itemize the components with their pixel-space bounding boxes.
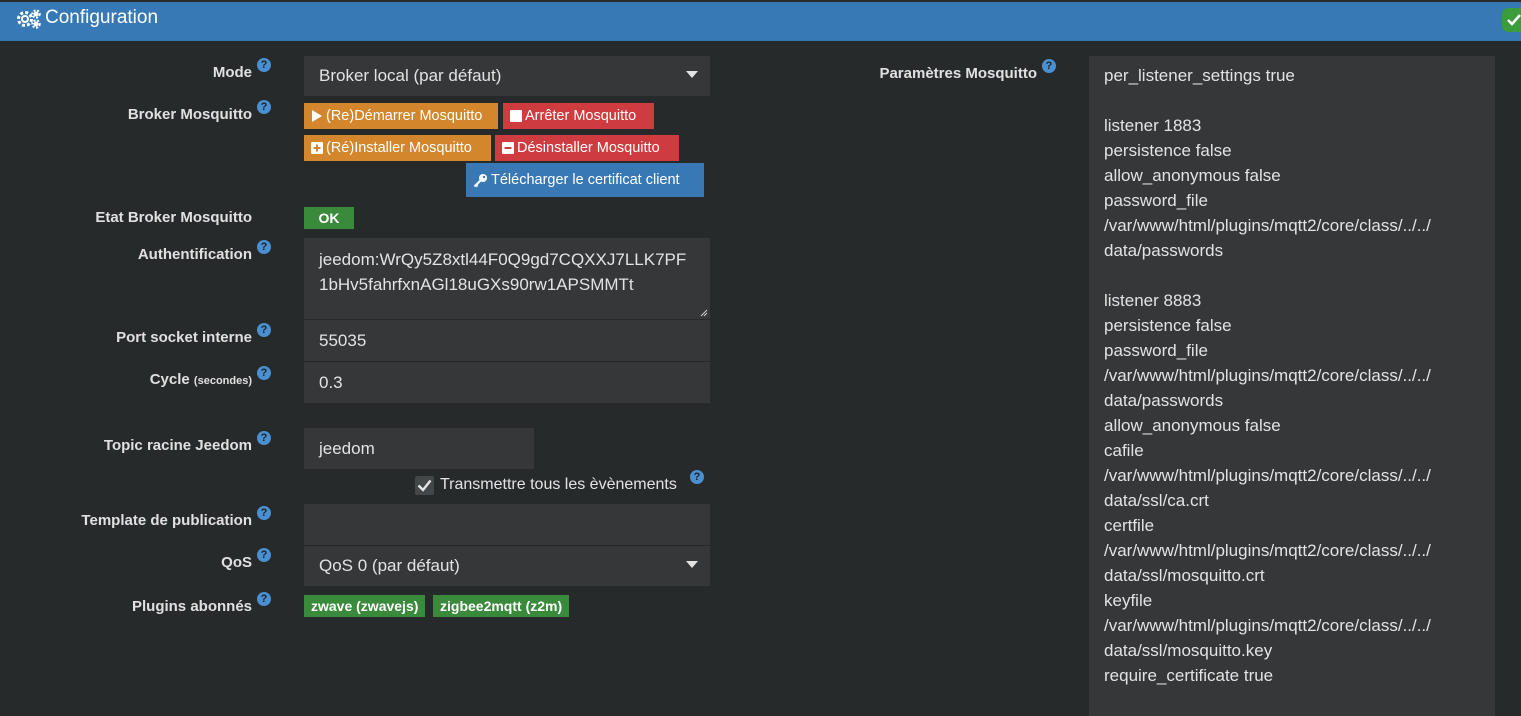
auth-textarea[interactable]: jeedom:WrQy5Z8xtl44F0Q9gd7CQXXJ7LLK7PF1b…: [304, 238, 710, 319]
help-icon[interactable]: ?: [257, 323, 271, 337]
plus-square-icon: [311, 142, 323, 155]
help-icon[interactable]: ?: [257, 548, 271, 562]
help-icon[interactable]: ?: [257, 100, 271, 114]
page-title: Configuration: [45, 7, 159, 28]
template-label: Template de publication: [81, 512, 252, 529]
help-icon[interactable]: ?: [257, 506, 271, 520]
checkbox-box[interactable]: [415, 476, 434, 495]
install-mosquitto-button[interactable]: (Ré)Installer Mosquitto: [304, 135, 491, 161]
help-icon[interactable]: ?: [690, 470, 704, 484]
plugin-badge-zwave: zwave (zwavejs): [304, 595, 426, 617]
qos-label: QoS: [221, 554, 252, 571]
plugins-label: Plugins abonnés: [131, 598, 252, 615]
broker-state-badge: OK: [304, 207, 354, 229]
transmit-all-events-checkbox[interactable]: Transmettre tous les èvènements: [415, 476, 695, 496]
play-icon: [312, 110, 322, 123]
topic-label: Topic racine Jeedom: [103, 437, 252, 454]
help-icon[interactable]: ?: [257, 366, 271, 380]
template-input[interactable]: [304, 504, 710, 545]
help-icon[interactable]: ?: [257, 58, 271, 72]
config-header: Configuration: [0, 0, 1521, 41]
transmit-all-events-label: Transmettre tous les èvènements: [440, 476, 677, 493]
mode-label: Mode: [212, 64, 252, 81]
cycle-label: Cycle (secondes): [20, 371, 252, 388]
help-icon[interactable]: ?: [257, 592, 271, 606]
stop-mosquitto-label: Arrêter Mosquitto: [525, 108, 637, 124]
port-input[interactable]: 55035: [304, 320, 710, 361]
cycle-input[interactable]: 0.3: [304, 362, 710, 403]
stop-icon: [510, 110, 522, 123]
broker-label: Broker Mosquitto: [127, 106, 252, 123]
stop-mosquitto-button[interactable]: Arrêter Mosquitto: [503, 103, 654, 129]
check-icon: [417, 479, 432, 492]
gears-icon: [15, 8, 43, 30]
check-icon: [1507, 14, 1521, 26]
resize-handle-icon[interactable]: [700, 309, 708, 317]
uninstall-mosquitto-button[interactable]: Désinstaller Mosquitto: [495, 135, 679, 161]
download-certificate-button[interactable]: Télécharger le certificat client: [466, 163, 704, 197]
qos-select[interactable]: QoS 0 (par défaut): [304, 546, 710, 586]
restart-mosquitto-button[interactable]: (Re)Démarrer Mosquitto: [304, 103, 498, 129]
help-icon[interactable]: ?: [257, 431, 271, 445]
install-mosquitto-label: (Ré)Installer Mosquitto: [326, 140, 472, 156]
uninstall-mosquitto-label: Désinstaller Mosquitto: [517, 140, 660, 156]
port-label: Port socket interne: [116, 329, 252, 346]
mode-select[interactable]: Broker local (par défaut): [304, 56, 710, 96]
topic-input[interactable]: jeedom: [304, 428, 534, 469]
plugin-badge-zigbee2mqtt: zigbee2mqtt (z2m): [433, 595, 570, 617]
cycle-unit: (secondes): [193, 375, 252, 387]
auth-label: Authentification: [137, 246, 252, 263]
download-certificate-label: Télécharger le certificat client: [491, 172, 680, 188]
restart-mosquitto-label: (Re)Démarrer Mosquitto: [326, 108, 483, 124]
auth-value: jeedom:WrQy5Z8xtl44F0Q9gd7CQXXJ7LLK7PF1b…: [319, 250, 687, 294]
mosquitto-params-label: Paramètres Mosquitto: [879, 65, 1037, 82]
key-icon: [473, 173, 487, 187]
cycle-label-text: Cycle: [149, 371, 190, 388]
minus-square-icon: [502, 142, 514, 155]
help-icon[interactable]: ?: [257, 240, 271, 254]
help-icon[interactable]: ?: [1042, 59, 1056, 73]
save-check-button[interactable]: [1502, 8, 1521, 32]
mosquitto-params-textarea[interactable]: per_listener_settings true listener 1883…: [1089, 56, 1495, 716]
broker-state-label: Etat Broker Mosquitto: [95, 209, 252, 226]
